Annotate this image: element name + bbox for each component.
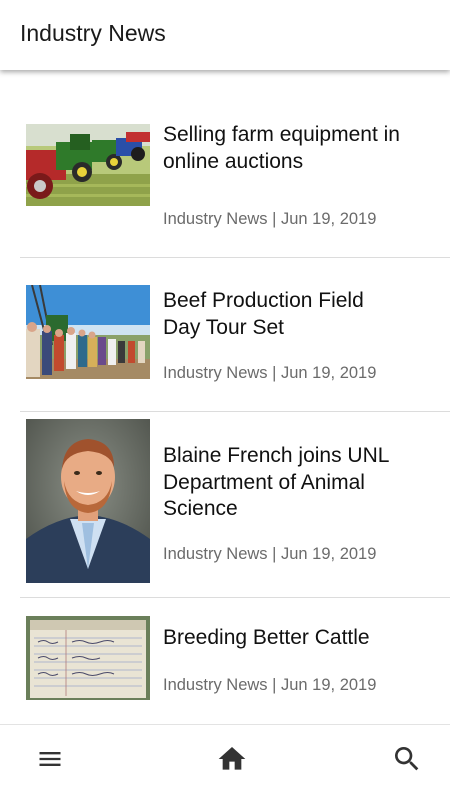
- article-thumbnail: [26, 124, 150, 206]
- article-title[interactable]: Blaine French joins UNL Department of An…: [163, 443, 403, 523]
- search-icon: [391, 743, 423, 780]
- article-meta: Industry News | Jun 19, 2019: [163, 676, 377, 694]
- top-app-bar: Industry News: [0, 0, 450, 70]
- article-title[interactable]: Breeding Better Cattle: [163, 625, 403, 652]
- article-thumbnail: [26, 285, 150, 379]
- home-icon: [216, 743, 248, 780]
- news-item[interactable]: Breeding Better Cattle Industry News | J…: [20, 598, 450, 724]
- article-meta: Industry News | Jun 19, 2019: [163, 545, 377, 563]
- news-feed[interactable]: Selling farm equipment in online auction…: [0, 72, 450, 724]
- home-button[interactable]: [210, 739, 254, 783]
- article-thumbnail: [26, 419, 150, 583]
- article-title[interactable]: Selling farm equipment in online auction…: [163, 122, 403, 175]
- article-meta: Industry News | Jun 19, 2019: [163, 210, 377, 228]
- article-title[interactable]: Beef Production Field Day Tour Set: [163, 288, 403, 341]
- news-item[interactable]: Beef Production Field Day Tour Set Indus…: [20, 258, 450, 412]
- bottom-navigation: [0, 724, 450, 800]
- article-meta: Industry News | Jun 19, 2019: [163, 364, 377, 382]
- menu-icon: [36, 745, 64, 778]
- article-thumbnail: [26, 616, 150, 700]
- app-screen: Industry News Selling farm equipment in …: [0, 0, 450, 800]
- menu-button[interactable]: [28, 739, 72, 783]
- news-item[interactable]: Blaine French joins UNL Department of An…: [20, 412, 450, 598]
- search-button[interactable]: [385, 739, 429, 783]
- page-title: Industry News: [20, 20, 166, 46]
- news-item[interactable]: Selling farm equipment in online auction…: [20, 102, 450, 258]
